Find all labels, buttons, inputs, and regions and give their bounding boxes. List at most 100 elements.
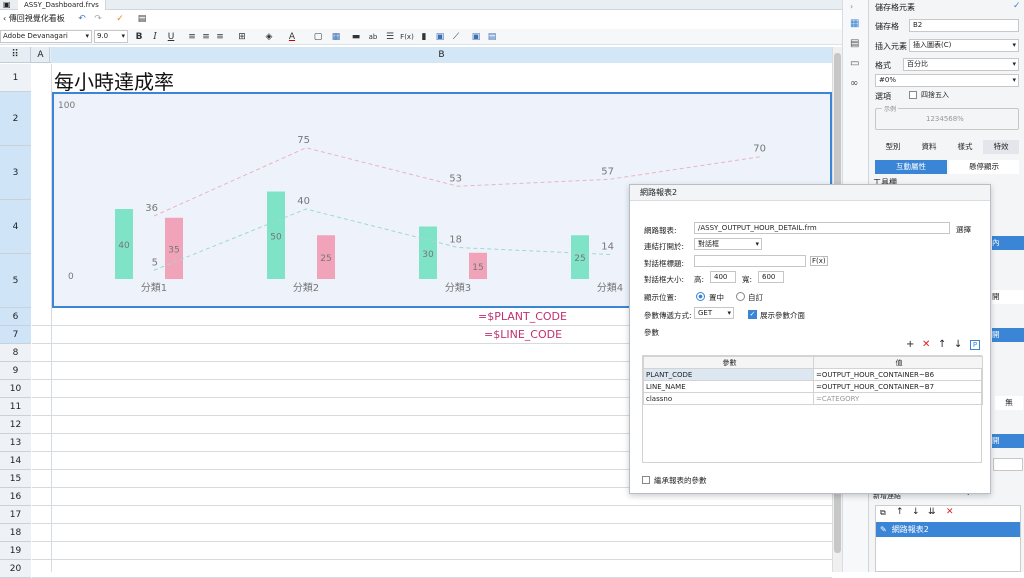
formula-icon[interactable]: F(x): [810, 256, 828, 266]
width-input[interactable]: 600: [758, 271, 784, 283]
align-left-icon[interactable]: ≡: [186, 30, 198, 44]
row-header[interactable]: 19: [0, 542, 31, 560]
arrow-down-icon[interactable]: ↓: [912, 507, 920, 517]
row-header[interactable]: 7: [0, 326, 31, 344]
clipped-option-4[interactable]: 無: [995, 396, 1023, 410]
font-family-select[interactable]: Adobe Devanagari ▾: [0, 30, 92, 43]
merge-icon[interactable]: ▬: [350, 30, 362, 44]
redo-icon[interactable]: ↷: [92, 12, 104, 26]
row-header[interactable]: 12: [0, 416, 31, 434]
pattern-select[interactable]: #0% ▾: [875, 74, 1019, 87]
link-item[interactable]: ✎ 網路報表2: [876, 522, 1020, 537]
param-name[interactable]: PLANT_CODE: [643, 368, 814, 381]
position-center-radio[interactable]: [696, 292, 705, 301]
subtab-hover[interactable]: 懸停顯示: [949, 160, 1019, 174]
diagonal-icon[interactable]: ⟋: [450, 30, 462, 44]
row-header[interactable]: 9: [0, 362, 31, 380]
param-value[interactable]: =CATEGORY: [813, 392, 983, 405]
row-header[interactable]: 2: [0, 92, 31, 146]
show-params-checkbox[interactable]: ✓: [748, 310, 757, 319]
format-painter-icon[interactable]: ✓: [114, 12, 126, 26]
row-header[interactable]: 15: [0, 470, 31, 488]
report-input[interactable]: /ASSY_OUTPUT_HOUR_DETAIL.frm: [694, 222, 950, 234]
param-row[interactable]: classno =CATEGORY: [643, 392, 983, 405]
param-name[interactable]: classno: [643, 392, 814, 405]
row-header[interactable]: 18: [0, 524, 31, 542]
cell-input[interactable]: B2: [909, 19, 1019, 32]
row-header[interactable]: 16: [0, 488, 31, 506]
row-header[interactable]: 17: [0, 506, 31, 524]
method-select[interactable]: GET ▾: [694, 307, 734, 319]
select-button[interactable]: 選擇: [956, 224, 971, 235]
condition-icon[interactable]: ▭: [850, 58, 859, 69]
arrow-up-icon[interactable]: ↑: [896, 507, 904, 517]
cell-b6-formula[interactable]: =$PLANT_CODE: [478, 310, 567, 323]
tab-0[interactable]: 型別: [875, 140, 911, 154]
move-down-icon[interactable]: ↓: [954, 339, 962, 350]
clipped-option-2[interactable]: 開: [992, 290, 1024, 304]
clipped-option-5[interactable]: 開: [992, 434, 1024, 448]
select-all-corner[interactable]: ⠿: [0, 47, 31, 63]
row-header[interactable]: 4: [0, 200, 31, 254]
row-header[interactable]: 5: [0, 254, 31, 308]
inherit-params-checkbox[interactable]: [642, 476, 650, 484]
image-icon[interactable]: ▣: [434, 30, 446, 44]
param-row[interactable]: PLANT_CODE =OUTPUT_HOUR_CONTAINER~B6: [643, 368, 983, 381]
undo-icon[interactable]: ↶: [76, 12, 88, 26]
clipped-option-3[interactable]: 開: [992, 328, 1024, 342]
check-icon[interactable]: ✓: [1013, 1, 1021, 11]
align-right-icon[interactable]: ≡: [214, 30, 226, 44]
param-name[interactable]: LINE_NAME: [643, 380, 814, 393]
table-icon[interactable]: ▦: [330, 30, 342, 44]
wrap-text-icon[interactable]: ☰: [384, 30, 396, 44]
row-header[interactable]: 10: [0, 380, 31, 398]
tab-3[interactable]: 特效: [983, 140, 1019, 154]
bold-button[interactable]: B: [133, 30, 145, 44]
position-custom-radio[interactable]: [736, 292, 745, 301]
chevron-right-icon[interactable]: ›: [850, 2, 853, 11]
tab-2[interactable]: 樣式: [947, 140, 983, 154]
add-param-icon[interactable]: +: [906, 339, 914, 350]
row-header[interactable]: 14: [0, 452, 31, 470]
cell-element-icon[interactable]: ▦: [850, 18, 859, 29]
clear-icon[interactable]: ▢: [312, 30, 324, 44]
row-header[interactable]: 1: [0, 64, 31, 92]
height-input[interactable]: 400: [710, 271, 736, 283]
row-header[interactable]: 3: [0, 146, 31, 200]
sort-icon[interactable]: ⇊: [928, 507, 936, 517]
document-tab[interactable]: ASSY_Dashboard.frvs: [18, 0, 106, 10]
chart-icon[interactable]: ▮: [418, 30, 430, 44]
row-header[interactable]: 20: [0, 560, 31, 578]
align-center-icon[interactable]: ≡: [200, 30, 212, 44]
delete-icon[interactable]: ✕: [946, 507, 954, 517]
preview-icon[interactable]: ▤: [136, 12, 148, 26]
italic-button[interactable]: I: [149, 30, 161, 44]
delete-param-icon[interactable]: ✕: [922, 339, 930, 350]
row-header[interactable]: 8: [0, 344, 31, 362]
tab-1[interactable]: 資料: [911, 140, 947, 154]
clipped-input[interactable]: [993, 458, 1023, 471]
row-header[interactable]: 6: [0, 308, 31, 326]
widget-icon[interactable]: ▤: [486, 30, 498, 44]
param-value[interactable]: =OUTPUT_HOUR_CONTAINER~B7: [813, 380, 983, 393]
move-up-icon[interactable]: ↑: [938, 339, 946, 350]
hyperlink-icon[interactable]: ∞: [850, 78, 858, 89]
fill-color-icon[interactable]: ◈: [262, 30, 276, 44]
subtab-interaction[interactable]: 互動屬性: [875, 160, 947, 174]
sheet-title[interactable]: 每小時達成率: [54, 66, 174, 95]
cell-b7-formula[interactable]: =$LINE_CODE: [484, 328, 562, 341]
font-color-icon[interactable]: A: [285, 30, 299, 44]
copy-icon[interactable]: ⧉: [880, 508, 886, 518]
underline-button[interactable]: U: [165, 30, 177, 44]
column-a-header[interactable]: A: [32, 47, 50, 63]
format-select[interactable]: 百分比 ▾: [903, 58, 1019, 71]
subreport-icon[interactable]: ▣: [470, 30, 482, 44]
formula-icon[interactable]: F(x): [400, 30, 414, 44]
param-p-icon[interactable]: P: [970, 340, 980, 350]
param-row[interactable]: LINE_NAME =OUTPUT_HOUR_CONTAINER~B7: [643, 380, 983, 393]
param-value[interactable]: =OUTPUT_HOUR_CONTAINER~B6: [813, 368, 983, 381]
insert-element-select[interactable]: 插入圖表(C) ▾: [909, 39, 1019, 52]
row-header[interactable]: 11: [0, 398, 31, 416]
open-in-select[interactable]: 對話框 ▾: [694, 238, 762, 250]
clipped-option-1[interactable]: 內: [992, 236, 1024, 250]
